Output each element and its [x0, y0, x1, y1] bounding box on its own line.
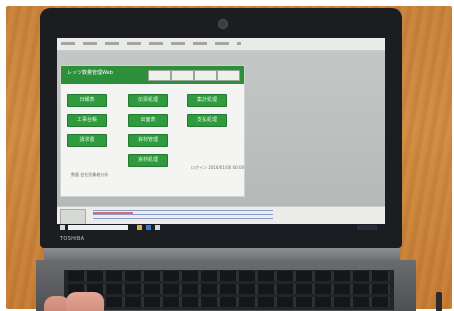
taskbar [57, 224, 385, 231]
cable [436, 292, 442, 311]
app-icon[interactable] [155, 225, 160, 230]
header-tab-3[interactable] [194, 70, 217, 81]
search-box[interactable] [68, 225, 128, 230]
desktop-area: レッツ数量管理Web 日報表 伝票処理 集計処理 工事台帳 出面表 支払処理 請… [57, 51, 385, 206]
login-info: ログイン 2016/01/00 00:00 [191, 165, 245, 170]
browser-icon[interactable] [146, 225, 151, 230]
laptop-screen: レッツ数量管理Web 日報表 伝票処理 集計処理 工事台帳 出面表 支払処理 請… [57, 38, 385, 231]
browser-menubar[interactable] [57, 38, 385, 51]
menu-button-2[interactable]: 伝票処理 [128, 94, 168, 107]
app-header: レッツ数量管理Web [61, 66, 244, 84]
tray-icon[interactable] [357, 225, 377, 230]
menu-button-1[interactable]: 日報表 [67, 94, 107, 107]
footer-text: 数量 会社別業者分析 [71, 172, 109, 177]
header-tab-2[interactable] [171, 70, 194, 81]
photo: レッツ数量管理Web 日報表 伝票処理 集計処理 工事台帳 出面表 支払処理 請… [0, 0, 454, 311]
menu-button-7[interactable]: 請求書 [67, 134, 107, 147]
menu-button-5[interactable]: 出面表 [128, 114, 168, 127]
menu-button-6[interactable]: 支払処理 [187, 114, 227, 127]
folder-icon[interactable] [137, 225, 142, 230]
app-window: レッツ数量管理Web 日報表 伝票処理 集計処理 工事台帳 出面表 支払処理 請… [60, 65, 245, 197]
hand [66, 292, 104, 311]
notification-panel [57, 206, 385, 225]
webcam-icon [218, 19, 228, 29]
header-tab-1[interactable] [148, 70, 171, 81]
menu-button-9[interactable]: 資材処理 [128, 154, 168, 167]
menu-button-4[interactable]: 工事台帳 [67, 114, 107, 127]
menu-button-8[interactable]: 資材管理 [128, 134, 168, 147]
notification-highlight [93, 212, 133, 214]
key-row [68, 297, 390, 307]
key-row [68, 284, 390, 294]
menu-button-3[interactable]: 集計処理 [187, 94, 227, 107]
thumbnail-icon[interactable] [60, 209, 86, 225]
app-title: レッツ数量管理Web [67, 70, 113, 76]
start-icon[interactable] [60, 225, 65, 230]
brand-logo: TOSHIBA [60, 236, 85, 242]
menu-items [61, 42, 241, 45]
key-row [68, 271, 390, 281]
header-tab-4[interactable] [217, 70, 240, 81]
